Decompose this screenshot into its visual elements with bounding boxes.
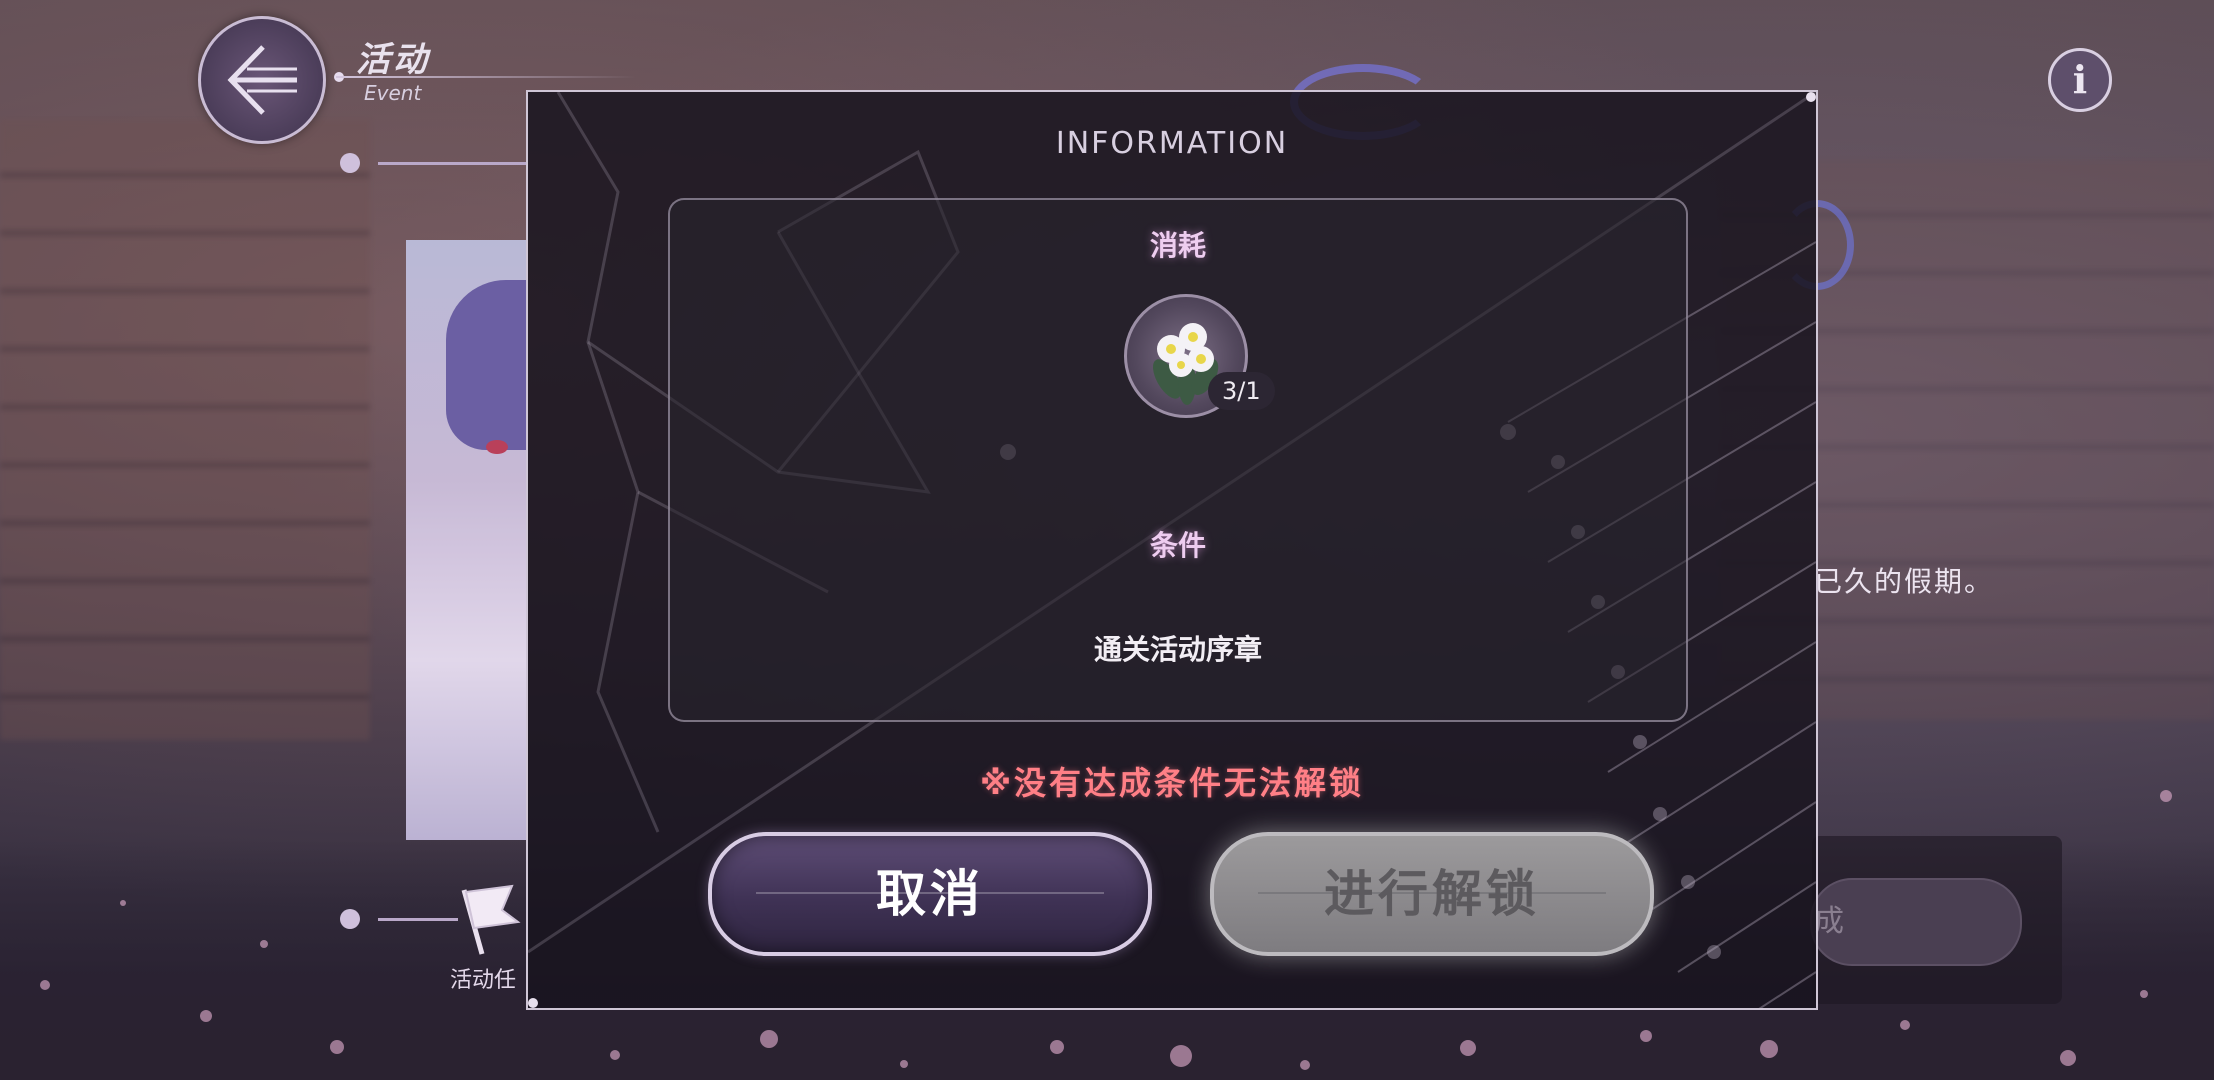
progress-line — [378, 162, 528, 165]
cost-label: 消耗 — [1149, 229, 1206, 262]
info-icon: i — [2072, 57, 2088, 102]
cancel-button[interactable]: 取消 — [708, 832, 1152, 956]
background-bookshelf — [0, 120, 370, 740]
event-task-label[interactable]: 活动任 — [450, 962, 516, 994]
flag-icon — [461, 884, 521, 955]
cost-item-count: 3/1 — [1208, 372, 1275, 410]
unlock-info-modal: INFORMATION 消耗 3/1 条件 通关活动序章 ※没有达成条件无法解锁… — [526, 90, 1818, 1010]
back-button[interactable] — [198, 16, 326, 144]
back-arrow-icon — [227, 45, 297, 115]
event-description: 已久的假期。 — [1814, 565, 1995, 598]
info-button[interactable]: i — [2048, 48, 2112, 112]
character-eye — [486, 440, 508, 454]
condition-text: 通关活动序章 — [1093, 633, 1262, 666]
condition-label: 条件 — [1149, 529, 1206, 562]
progress-node — [340, 909, 360, 929]
unlock-warning: ※没有达成条件无法解锁 — [979, 764, 1365, 802]
modal-title: INFORMATION — [1055, 126, 1289, 161]
unlock-button-label: 进行解锁 — [1324, 865, 1540, 923]
screen-title-cn: 活动 — [356, 40, 430, 80]
right-action-button-label: 成 — [1814, 904, 1844, 939]
progress-line — [378, 918, 458, 921]
unlock-button[interactable]: 进行解锁 — [1210, 832, 1654, 956]
screen-title: 活动 Event — [356, 32, 430, 105]
screen-title-en: Event — [364, 81, 422, 105]
modal-info-panel: 消耗 3/1 条件 通关活动序章 — [668, 198, 1688, 722]
title-underline — [336, 76, 636, 78]
right-action-button[interactable]: 成 — [1810, 878, 2022, 966]
modal-corner-dot — [528, 998, 538, 1008]
character-hair — [446, 280, 526, 450]
progress-node — [340, 153, 360, 173]
cancel-button-label: 取消 — [876, 865, 984, 923]
modal-corner-dot — [1806, 92, 1816, 102]
